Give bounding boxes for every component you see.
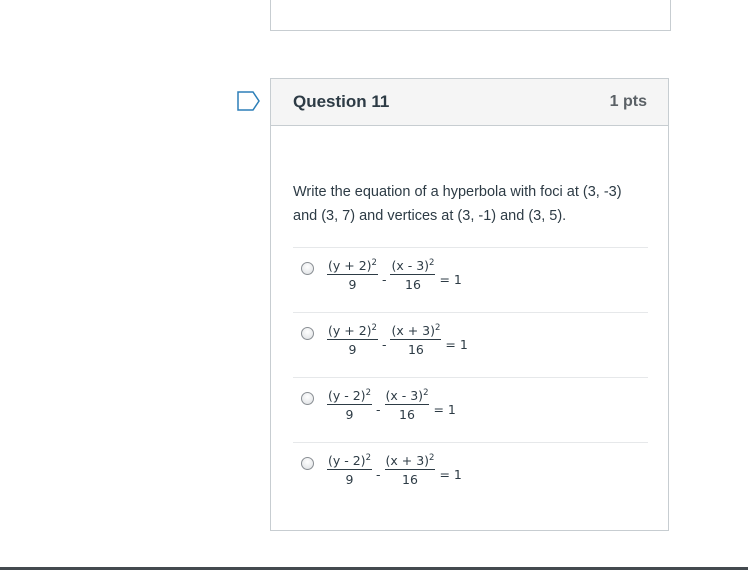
answer-option-3[interactable]: (y - 2)2 9 - (x - 3)2 16 = 1: [293, 377, 648, 442]
question-header: Question 11 1 pts: [271, 79, 668, 126]
question-points: 1 pts: [609, 93, 647, 110]
answer-equation: (y + 2)2 9 - (x - 3)2 16 = 1: [327, 257, 462, 292]
answer-equation: (y - 2)2 9 - (x + 3)2 16 = 1: [327, 452, 462, 487]
answer-option-4[interactable]: (y - 2)2 9 - (x + 3)2 16 = 1: [293, 442, 648, 507]
question-text: Write the equation of a hyperbola with f…: [293, 184, 622, 224]
question-title: Question 11: [293, 92, 390, 111]
answer-option-1[interactable]: (y + 2)2 9 - (x - 3)2 16 = 1: [293, 247, 648, 312]
radio-button-icon[interactable]: [301, 262, 314, 275]
answer-equation: (y - 2)2 9 - (x - 3)2 16 = 1: [327, 387, 456, 422]
previous-question-card: [270, 0, 671, 31]
answer-option-2[interactable]: (y + 2)2 9 - (x + 3)2 16 = 1: [293, 312, 648, 377]
answer-equation: (y + 2)2 9 - (x + 3)2 16 = 1: [327, 322, 468, 357]
radio-button-icon[interactable]: [301, 457, 314, 470]
bookmark-flag-icon[interactable]: [237, 91, 261, 111]
answer-list: (y + 2)2 9 - (x - 3)2 16 = 1 (y + 2)2 9 - (…: [293, 247, 648, 507]
question-card: Question 11 1 pts Write the equation of …: [270, 78, 669, 531]
radio-button-icon[interactable]: [301, 392, 314, 405]
radio-button-icon[interactable]: [301, 327, 314, 340]
